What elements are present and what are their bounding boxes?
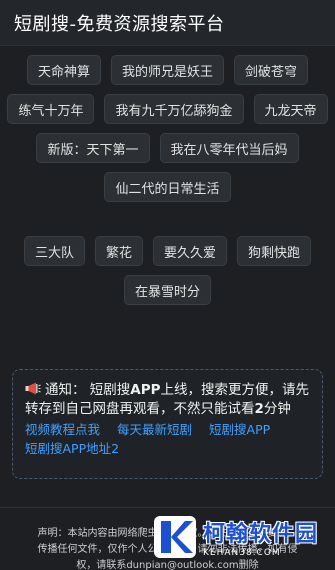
tag-row: 三大队 繁花 要久久爱 狗剩快跑 — [0, 236, 335, 266]
watermark-sub: KEHAN38.COM — [203, 548, 281, 558]
tag-row: 天命神算 我的师兄是妖王 剑破苍穹 — [0, 55, 335, 85]
notice-minutes: 2 — [254, 401, 264, 417]
tag-row: 新版：天下第一 我在八零年代当后妈 — [0, 133, 335, 163]
tag-row: 仙二代的日常生活 — [0, 172, 335, 202]
tag-item[interactable]: 在暴雪时分 — [123, 275, 211, 305]
tag-item[interactable]: 我在八零年代当后妈 — [159, 133, 299, 163]
watermark-logo: 柯翰软件园 KEHAN38.COM — [153, 512, 325, 562]
tag-row: 练气十万年 我有九千万亿舔狗金 九龙天帝 — [0, 94, 335, 124]
tag-item[interactable]: 九龙天帝 — [253, 94, 328, 124]
megaphone-icon — [25, 382, 41, 395]
notice-unit: 分钟 — [263, 401, 291, 417]
tag-item[interactable]: 仙二代的日常生活 — [104, 172, 231, 202]
page-title: 短剧搜-免费资源搜索平台 — [14, 13, 225, 35]
hot-tags-group-1: 天命神算 我的师兄是妖王 剑破苍穹 练气十万年 我有九千万亿舔狗金 九龙天帝 新… — [0, 55, 335, 202]
notice-app-name: 短剧搜 — [89, 382, 131, 398]
k-logo-icon — [154, 516, 196, 558]
notice-links: 视频教程点我 每天最新短剧 短剧搜APP 短剧搜APP地址2 — [25, 420, 310, 458]
tag-item[interactable]: 剑破苍穹 — [234, 55, 309, 85]
tag-item[interactable]: 我有九千万亿舔狗金 — [104, 94, 244, 124]
watermark-text: 柯翰软件园 KEHAN38.COM — [203, 516, 318, 558]
hot-tags-group-2: 三大队 繁花 要久久爱 狗剩快跑 在暴雪时分 — [0, 236, 335, 305]
tag-item[interactable]: 狗剩快跑 — [237, 236, 312, 266]
notice-box: 通知： 短剧搜APP上线，搜索更方便，请先转存到自己网盘再观看，不然只能试看2分… — [12, 369, 323, 479]
link-app-address-2[interactable]: 短剧搜APP地址2 — [25, 441, 119, 456]
link-video-tutorial[interactable]: 视频教程点我 — [25, 422, 100, 437]
notice-text: 通知： 短剧搜APP上线，搜索更方便，请先转存到自己网盘再观看，不然只能试看2分… — [25, 381, 310, 419]
tag-item[interactable]: 要久久爱 — [153, 236, 228, 266]
tag-item[interactable]: 我的师兄是妖王 — [110, 55, 224, 85]
link-daily-new[interactable]: 每天最新短剧 — [117, 422, 192, 437]
tag-item[interactable]: 新版：天下第一 — [36, 133, 150, 163]
tag-item[interactable]: 繁花 — [94, 236, 143, 266]
notice-label: 通知： — [45, 382, 86, 398]
app-header: 短剧搜-免费资源搜索平台 — [0, 0, 335, 46]
tag-item[interactable]: 天命神算 — [26, 55, 101, 85]
tag-item[interactable]: 练气十万年 — [7, 94, 95, 124]
tag-item[interactable]: 三大队 — [23, 236, 85, 266]
tag-row: 在暴雪时分 — [0, 275, 335, 305]
link-app[interactable]: 短剧搜APP — [209, 422, 270, 437]
notice-app-bold: APP — [130, 382, 161, 398]
watermark-main: 柯翰软件园 — [203, 522, 319, 547]
